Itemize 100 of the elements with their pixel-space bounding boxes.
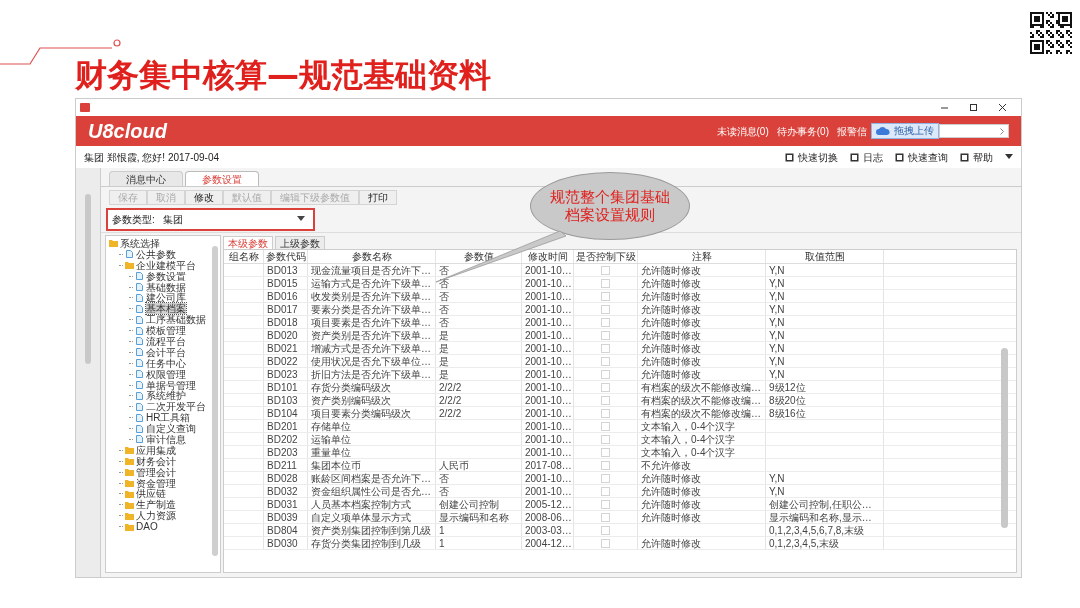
tree-item[interactable]: 财务会计 [136,455,176,467]
tree-item[interactable]: 审计信息 [146,434,186,445]
tree-item[interactable]: 会计平台 [146,346,186,358]
tree-item[interactable]: 二次开发平台 [146,401,206,413]
checkbox[interactable] [601,369,610,379]
table-cell: BD028 [264,472,308,484]
tree-item[interactable]: 管理会计 [136,466,176,478]
tree-item[interactable]: 权限管理 [146,368,186,380]
tree-item[interactable]: 参数设置 [146,270,186,282]
table-cell: 显示编码和名称 [436,511,522,523]
tree-item[interactable]: 供应链 [136,488,166,500]
scrollbar[interactable] [85,194,91,364]
cloud-icon [876,126,890,136]
tab[interactable]: 参数设置 [185,171,259,186]
tree-item[interactable]: 应用集成 [136,444,176,456]
column-header[interactable]: 参数代码 [264,250,308,263]
tree-item[interactable]: DAO [136,521,158,533]
header-link[interactable]: 待办事务(0) [776,123,829,139]
tree-item[interactable]: 工序基础数据 [146,314,206,326]
upload-popup[interactable]: 拖拽上传 [871,123,939,139]
tree-item[interactable]: 生产制造 [136,499,176,511]
tree-item[interactable]: 系统维护 [146,390,186,402]
quick-action-button[interactable]: 帮助 [960,149,993,165]
table-cell: 收发类别是否允许下级单… [308,290,436,302]
search-field[interactable] [939,124,1009,138]
checkbox[interactable] [601,330,610,340]
table-cell: 2004-12… [522,537,574,549]
checkbox[interactable] [601,395,610,405]
checkbox[interactable] [601,265,610,275]
quick-action-button[interactable]: 快速查询 [895,149,948,165]
column-header[interactable]: 是否控制下级 [574,250,638,263]
scrollbar[interactable] [1001,348,1008,528]
checkbox[interactable] [601,408,610,418]
tree-item[interactable]: 企业建模平台 [136,259,196,271]
checkbox[interactable] [601,525,610,535]
toolbar-button[interactable]: 打印 [359,190,397,205]
upload-label: 拖拽上传 [894,125,934,137]
tab[interactable]: 上级参数 [275,236,325,249]
toolbar-button[interactable]: 修改 [185,190,223,205]
checkbox[interactable] [601,382,610,392]
tree-item[interactable]: 基础数据 [146,281,186,293]
table-cell: 2/2/2 [436,407,522,419]
tree-item[interactable]: 资金管理 [136,477,176,489]
table-cell: 是 [436,355,522,367]
checkbox[interactable] [601,343,610,353]
tree-item[interactable]: 人力资源 [136,510,176,522]
column-header[interactable]: 参数名称 [308,250,436,263]
checkbox[interactable] [601,421,610,431]
column-header[interactable]: 注释 [638,250,766,263]
header-link[interactable]: 报警信 [837,123,867,139]
tree-item[interactable]: 系统选择 [120,237,160,249]
table-cell: Y,N [766,472,884,484]
tree-item[interactable]: 公共参数 [136,248,176,260]
square-icon [850,152,859,162]
quick-action-button[interactable]: 日志 [850,149,883,165]
tab[interactable]: 本级参数 [223,236,273,249]
scrollbar[interactable] [212,246,218,556]
checkbox[interactable] [601,460,610,470]
tree-item[interactable]: 建公司库 [146,292,186,304]
table-cell: 否 [436,316,522,328]
tab[interactable]: 消息中心 [109,171,183,186]
close-icon[interactable] [998,103,1007,112]
maximize-icon[interactable] [969,103,978,112]
table-cell: 创建公司控制 [436,498,522,510]
table-cell: 有档案的级次不能修改编… [638,407,766,419]
tree-item[interactable]: HR工具箱 [146,412,191,424]
checkbox[interactable] [601,486,610,496]
quick-action-button[interactable]: 快速切换 [785,149,838,165]
checkbox[interactable] [601,538,610,548]
table-cell: 2017-08… [522,459,574,471]
tree-item[interactable]: 任务中心 [146,357,186,369]
folder-icon [125,261,134,270]
checkbox[interactable] [601,278,610,288]
tree-item[interactable]: 单据号管理 [146,379,196,391]
tree-item[interactable]: 基本档案 [146,303,186,315]
checkbox[interactable] [601,291,610,301]
checkbox[interactable] [601,317,610,327]
checkbox[interactable] [601,447,610,457]
table-cell: 有档案的级次不能修改编… [638,394,766,406]
checkbox[interactable] [601,512,610,522]
tree-item[interactable]: 流程平台 [146,335,186,347]
slide-title: 财务集中核算—规范基础资料 [75,56,491,94]
table-cell: BD202 [264,433,308,445]
table-cell: BD101 [264,381,308,393]
table-cell: 2001-10… [522,303,574,315]
table-cell: 2001-10… [522,329,574,341]
tree-item[interactable]: 自定义查询 [146,423,196,435]
header-link[interactable]: 未读消息(0) [716,123,769,139]
table-cell: 允许随时修改 [638,472,766,484]
column-header[interactable]: 组名称 [224,250,264,263]
checkbox[interactable] [601,434,610,444]
table-cell: 2001-10… [522,277,574,289]
checkbox[interactable] [601,473,610,483]
column-header[interactable]: 取值范围 [766,250,884,263]
checkbox[interactable] [601,304,610,314]
checkbox[interactable] [601,499,610,509]
dropdown-icon[interactable] [1005,154,1013,160]
tree-item[interactable]: 模板管理 [146,325,186,337]
checkbox[interactable] [601,356,610,366]
table-cell: Y,N [766,303,884,315]
